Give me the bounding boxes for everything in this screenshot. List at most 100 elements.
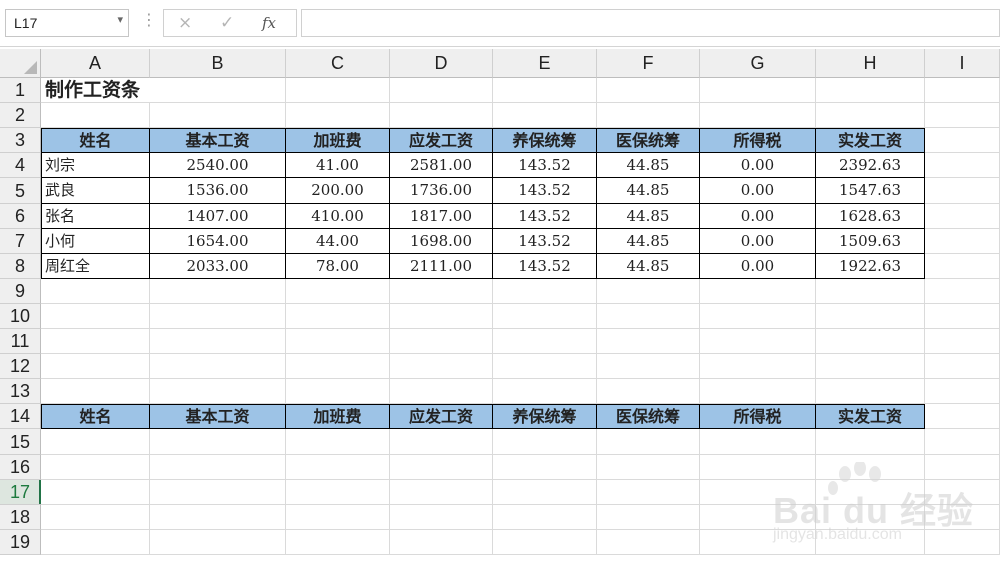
header-cell-4[interactable]: 养保统筹 [493, 128, 597, 153]
data-cell[interactable]: 1547.63 [816, 178, 925, 204]
cell-f17[interactable] [597, 480, 700, 505]
cell-i15[interactable] [925, 429, 1000, 455]
data-cell[interactable]: 0.00 [700, 153, 816, 178]
data-cell[interactable]: 143.52 [493, 178, 597, 204]
header-copy-cell-3[interactable]: 应发工资 [390, 404, 493, 429]
row-header-4[interactable]: 4 [0, 153, 41, 178]
row-header-7[interactable]: 7 [0, 229, 41, 254]
cell-d17[interactable] [390, 480, 493, 505]
header-cell-0[interactable]: 姓名 [41, 128, 150, 153]
cell-c15[interactable] [286, 429, 390, 455]
data-cell[interactable]: 武良 [41, 178, 150, 204]
column-header-e[interactable]: E [493, 49, 597, 78]
column-header-i[interactable]: I [925, 49, 1000, 78]
name-box[interactable]: L17 ▾ [5, 9, 129, 37]
cell-b10[interactable] [150, 304, 286, 329]
cell-i14[interactable] [925, 404, 1000, 429]
cell-i3[interactable] [925, 128, 1000, 153]
data-cell[interactable]: 2392.63 [816, 153, 925, 178]
data-cell[interactable]: 44.00 [286, 229, 390, 254]
cell-a2[interactable] [41, 103, 150, 128]
cell-h2[interactable] [816, 103, 925, 128]
cell-a19[interactable] [41, 530, 150, 555]
cell-d2[interactable] [390, 103, 493, 128]
data-cell[interactable]: 78.00 [286, 254, 390, 279]
data-cell[interactable]: 1922.63 [816, 254, 925, 279]
cell-g1[interactable] [700, 78, 816, 103]
cell-a10[interactable] [41, 304, 150, 329]
data-cell[interactable]: 44.85 [597, 204, 700, 229]
cell-d19[interactable] [390, 530, 493, 555]
header-copy-cell-5[interactable]: 医保统筹 [597, 404, 700, 429]
data-cell[interactable]: 0.00 [700, 178, 816, 204]
data-cell[interactable]: 143.52 [493, 204, 597, 229]
cell-i12[interactable] [925, 354, 1000, 379]
cell-b11[interactable] [150, 329, 286, 354]
row-header-18[interactable]: 18 [0, 505, 41, 530]
header-copy-cell-1[interactable]: 基本工资 [150, 404, 286, 429]
cell-i9[interactable] [925, 279, 1000, 304]
data-cell[interactable]: 143.52 [493, 254, 597, 279]
cell-c18[interactable] [286, 505, 390, 530]
cell-i1[interactable] [925, 78, 1000, 103]
cell-g9[interactable] [700, 279, 816, 304]
cell-h11[interactable] [816, 329, 925, 354]
cell-c11[interactable] [286, 329, 390, 354]
cell-c19[interactable] [286, 530, 390, 555]
cell-e18[interactable] [493, 505, 597, 530]
row-header-8[interactable]: 8 [0, 254, 41, 279]
data-cell[interactable]: 1628.63 [816, 204, 925, 229]
cell-b17[interactable] [150, 480, 286, 505]
cell-e11[interactable] [493, 329, 597, 354]
row-header-1[interactable]: 1 [0, 78, 41, 103]
column-header-b[interactable]: B [150, 49, 286, 78]
header-copy-cell-6[interactable]: 所得税 [700, 404, 816, 429]
cell-d10[interactable] [390, 304, 493, 329]
data-cell[interactable]: 2111.00 [390, 254, 493, 279]
cell-f10[interactable] [597, 304, 700, 329]
cell-i8[interactable] [925, 254, 1000, 279]
column-header-f[interactable]: F [597, 49, 700, 78]
cell-d18[interactable] [390, 505, 493, 530]
data-cell[interactable]: 1509.63 [816, 229, 925, 254]
row-header-15[interactable]: 15 [0, 429, 41, 455]
cell-d1[interactable] [390, 78, 493, 103]
header-cell-2[interactable]: 加班费 [286, 128, 390, 153]
cell-e2[interactable] [493, 103, 597, 128]
data-cell[interactable]: 张名 [41, 204, 150, 229]
header-cell-6[interactable]: 所得税 [700, 128, 816, 153]
row-header-6[interactable]: 6 [0, 204, 41, 229]
cell-b18[interactable] [150, 505, 286, 530]
enter-icon[interactable]: ✓ [220, 13, 234, 33]
column-header-c[interactable]: C [286, 49, 390, 78]
data-cell[interactable]: 44.85 [597, 229, 700, 254]
header-copy-cell-2[interactable]: 加班费 [286, 404, 390, 429]
cell-c9[interactable] [286, 279, 390, 304]
row-header-10[interactable]: 10 [0, 304, 41, 329]
cell-f12[interactable] [597, 354, 700, 379]
cell-i10[interactable] [925, 304, 1000, 329]
cell-d9[interactable] [390, 279, 493, 304]
column-header-d[interactable]: D [390, 49, 493, 78]
cell-e13[interactable] [493, 379, 597, 404]
select-all-button[interactable] [0, 49, 41, 78]
data-cell[interactable]: 2581.00 [390, 153, 493, 178]
data-cell[interactable]: 1698.00 [390, 229, 493, 254]
cell-e9[interactable] [493, 279, 597, 304]
cell-f16[interactable] [597, 455, 700, 480]
data-cell[interactable]: 44.85 [597, 153, 700, 178]
column-header-h[interactable]: H [816, 49, 925, 78]
cell-f2[interactable] [597, 103, 700, 128]
cell-c12[interactable] [286, 354, 390, 379]
data-cell[interactable]: 200.00 [286, 178, 390, 204]
cell-a17[interactable] [41, 480, 150, 505]
cell-g2[interactable] [700, 103, 816, 128]
cell-a15[interactable] [41, 429, 150, 455]
chevron-down-icon[interactable]: ▾ [117, 13, 123, 26]
data-cell[interactable]: 2033.00 [150, 254, 286, 279]
cell-b12[interactable] [150, 354, 286, 379]
cell-f15[interactable] [597, 429, 700, 455]
cell-f18[interactable] [597, 505, 700, 530]
cell-f1[interactable] [597, 78, 700, 103]
data-cell[interactable]: 0.00 [700, 254, 816, 279]
